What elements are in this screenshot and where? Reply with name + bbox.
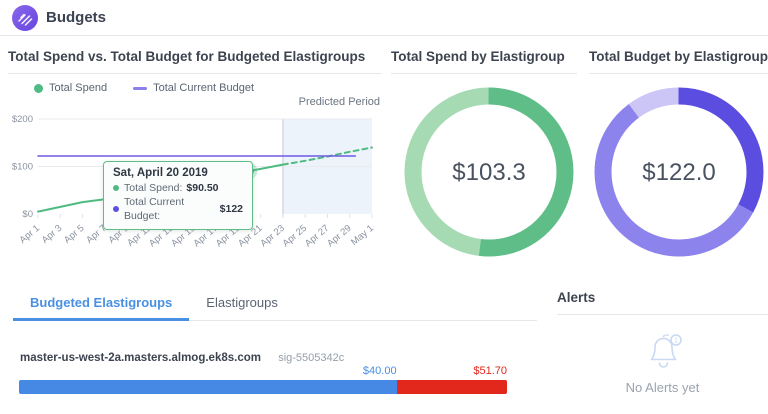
spend-bullet-icon: [113, 185, 119, 191]
tooltip-spend-row: Total Spend: $90.50: [113, 181, 243, 195]
budget-bullet-icon: [113, 206, 119, 212]
budget-usage-bar[interactable]: [19, 380, 507, 394]
chart-legend: Total Spend Total Current Budget: [34, 82, 254, 94]
svg-text:May 1: May 1: [349, 223, 376, 248]
legend-label: Total Current Budget: [153, 82, 254, 94]
alerts-panel: Alerts 1 No Alerts yet: [557, 286, 768, 414]
total-spend-value: $103.3: [452, 159, 525, 186]
bell-badge-count: 1: [673, 336, 677, 345]
no-alerts-text: No Alerts yet: [557, 380, 768, 395]
bar-spent-segment: [19, 380, 397, 394]
svg-text:$100: $100: [12, 162, 33, 173]
predicted-period-label: Predicted Period: [299, 96, 380, 108]
bar-overage-segment: [397, 380, 507, 394]
svg-text:$200: $200: [12, 114, 33, 125]
spotinst-logo-icon: [12, 5, 38, 31]
page-header: Budgets: [0, 0, 768, 36]
tooltip-date: Sat, April 20 2019: [113, 167, 243, 179]
chart-tooltip: Sat, April 20 2019 Total Spend: $90.50 T…: [103, 161, 253, 230]
elastigroup-sig-id: sig-5505342c: [278, 352, 344, 364]
panel-divider: [589, 73, 768, 74]
elastigroup-name: master-us-west-2a.masters.almog.ek8s.com: [20, 352, 261, 364]
tooltip-budget-value: $122: [220, 202, 243, 216]
spend-vs-budget-title: Total Spend vs. Total Budget for Budgete…: [8, 44, 382, 64]
total-spend-marker-icon: [34, 84, 43, 93]
budgets-page: Budgets Total Spend vs. Total Budget for…: [0, 0, 768, 414]
total-amount-label: $51.70: [473, 365, 507, 377]
svg-text:Apr 1: Apr 1: [17, 223, 41, 246]
total-spend-donut-chart[interactable]: $103.3: [403, 86, 575, 258]
legend-item-total-spend[interactable]: Total Spend: [34, 82, 107, 94]
alerts-title: Alerts: [557, 286, 768, 305]
tooltip-budget-label: Total Current Budget:: [124, 195, 216, 223]
tab-budgeted-elastigroups[interactable]: Budgeted Elastigroups: [13, 288, 189, 321]
total-budget-value: $122.0: [642, 159, 715, 186]
svg-text:$0: $0: [22, 209, 33, 220]
svg-text:Apr 5: Apr 5: [62, 223, 86, 246]
svg-text:Apr 25: Apr 25: [281, 223, 310, 249]
legend-item-total-budget[interactable]: Total Current Budget: [133, 82, 254, 94]
elastigroups-section: Budgeted Elastigroups Elastigroups maste…: [0, 286, 537, 414]
total-spend-title: Total Spend by Elastigroup: [391, 44, 577, 64]
svg-text:Apr 27: Apr 27: [303, 223, 332, 249]
bell-icon: 1: [635, 328, 691, 374]
total-budget-marker-icon: [133, 87, 147, 90]
tooltip-budget-row: Total Current Budget: $122: [113, 195, 243, 223]
panel-divider: [391, 73, 577, 74]
spend-vs-budget-panel: Total Spend vs. Total Budget for Budgete…: [8, 44, 382, 286]
total-budget-title: Total Budget by Elastigroup: [589, 44, 768, 64]
svg-text:Apr 23: Apr 23: [258, 223, 287, 249]
tooltip-spend-value: $90.50: [186, 181, 218, 195]
total-budget-donut-chart[interactable]: $122.0: [593, 86, 765, 258]
tooltip-spend-label: Total Spend:: [124, 181, 182, 195]
tabs-bar: Budgeted Elastigroups Elastigroups: [13, 288, 537, 321]
svg-text:Apr 29: Apr 29: [325, 223, 354, 249]
panel-divider: [557, 314, 768, 315]
bar-labels: $40.00 $51.70: [19, 365, 507, 378]
panel-divider: [8, 73, 382, 74]
elastigroup-row[interactable]: master-us-west-2a.masters.almog.ek8s.com…: [20, 352, 344, 364]
page-title: Budgets: [46, 0, 106, 36]
total-budget-panel: Total Budget by Elastigroup $122.0: [589, 44, 768, 286]
tab-elastigroups[interactable]: Elastigroups: [189, 288, 295, 321]
legend-label: Total Spend: [49, 82, 107, 94]
svg-text:Apr 3: Apr 3: [40, 223, 64, 246]
spent-amount-label: $40.00: [363, 365, 397, 377]
total-spend-panel: Total Spend by Elastigroup $103.3: [391, 44, 577, 286]
